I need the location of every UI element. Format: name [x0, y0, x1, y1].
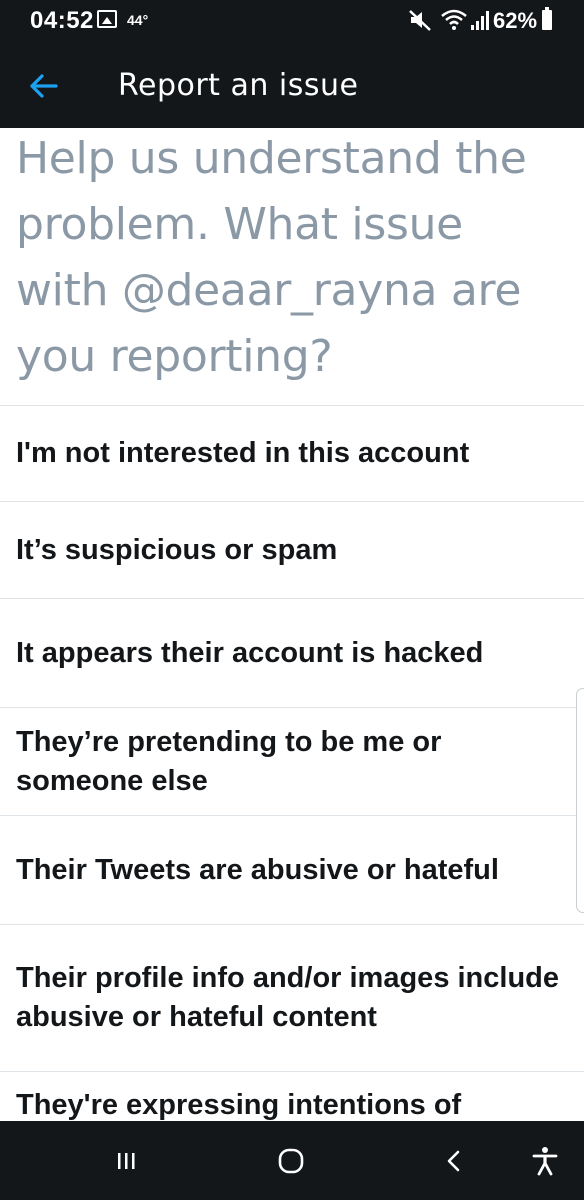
status-bar: 04:52 44° 62%	[0, 0, 584, 40]
accessibility-button[interactable]	[525, 1141, 565, 1181]
screen: 04:52 44° 62% Report an issue Help us un…	[0, 0, 584, 1200]
option-impersonation[interactable]: They’re pretending to be me or someone e…	[0, 707, 584, 815]
accessibility-icon	[532, 1147, 558, 1176]
option-label: I'm not interested in this account	[16, 437, 470, 469]
question-heading: Help us understand the problem. What iss…	[16, 133, 527, 382]
option-account-hacked[interactable]: It appears their account is hacked	[0, 598, 584, 707]
back-icon	[447, 1150, 460, 1172]
recents-button[interactable]	[106, 1141, 146, 1181]
scroll-indicator[interactable]	[576, 688, 584, 913]
back-button[interactable]	[20, 62, 68, 110]
option-label: They’re pretending to be me or someone e…	[16, 725, 442, 797]
home-icon	[278, 1148, 304, 1174]
battery-icon	[542, 7, 552, 30]
report-options-list: I'm not interested in this account It’s …	[0, 405, 584, 1151]
status-temperature: 44°	[127, 12, 149, 28]
option-not-interested[interactable]: I'm not interested in this account	[0, 405, 584, 501]
option-abusive-profile[interactable]: Their profile info and/or images include…	[0, 924, 584, 1071]
option-label: They're expressing intentions of	[16, 1089, 462, 1121]
system-back-button[interactable]	[434, 1141, 474, 1181]
recents-icon	[118, 1153, 135, 1169]
home-button[interactable]	[271, 1141, 311, 1181]
app-bar: Report an issue	[0, 40, 584, 128]
battery-percent: 62%	[493, 8, 538, 33]
page-title: Report an issue	[118, 68, 359, 103]
option-label: Their profile info and/or images include…	[16, 962, 560, 1033]
signal-icon	[470, 8, 490, 37]
option-suspicious-spam[interactable]: It’s suspicious or spam	[0, 501, 584, 598]
option-label: It’s suspicious or spam	[16, 533, 338, 566]
navigation-bar	[0, 1121, 584, 1200]
mute-icon	[408, 9, 434, 36]
arrow-left-icon	[30, 74, 58, 98]
status-time: 04:52	[30, 7, 94, 34]
option-label: It appears their account is hacked	[16, 636, 484, 669]
option-label: Their Tweets are abusive or hateful	[16, 853, 499, 886]
gallery-icon	[97, 10, 117, 28]
option-abusive-tweets[interactable]: Their Tweets are abusive or hateful	[0, 815, 584, 924]
wifi-icon	[440, 8, 468, 37]
